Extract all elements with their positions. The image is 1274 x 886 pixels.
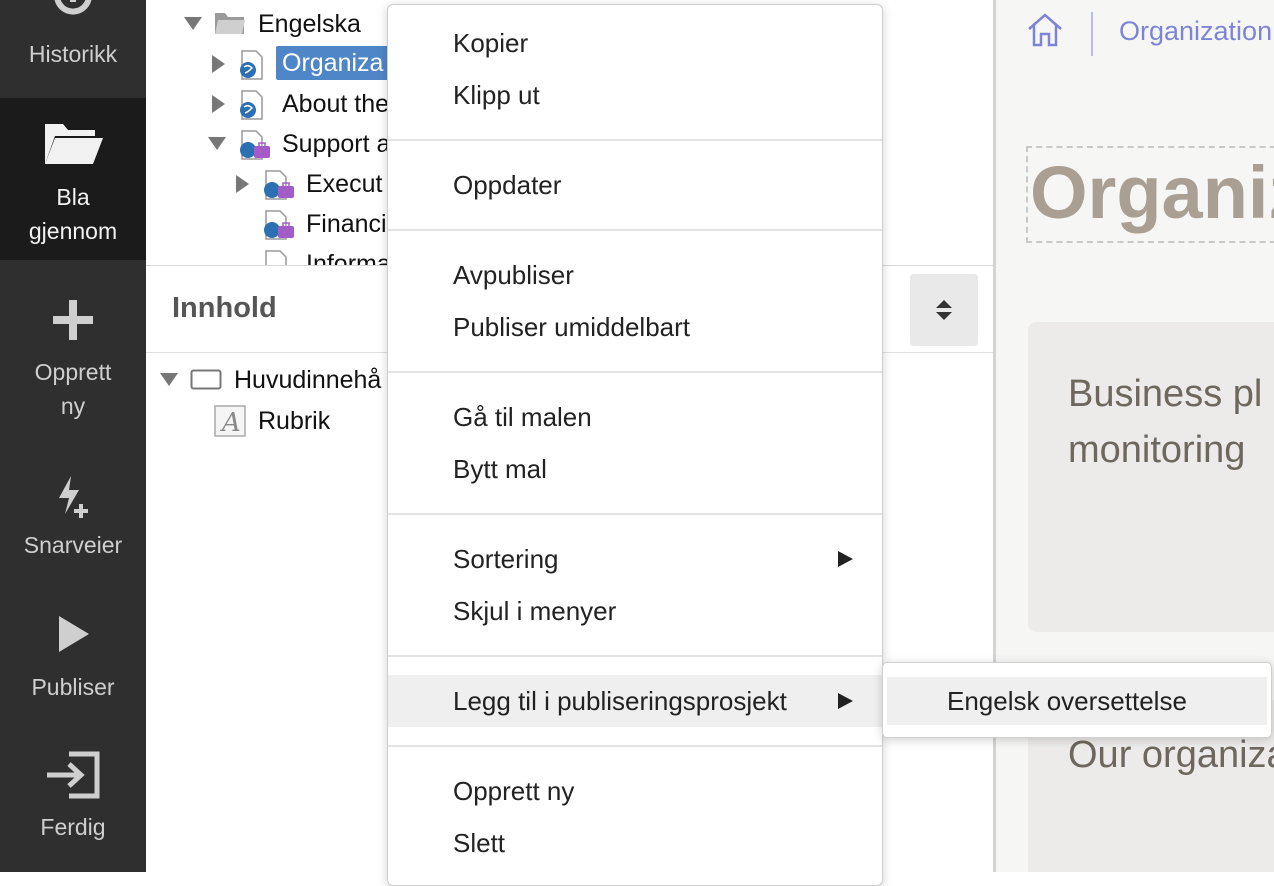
history-icon [54, 0, 92, 15]
sidebar-item-ferdig[interactable]: Ferdig [0, 740, 146, 850]
menu-item-sortering[interactable]: Sortering [388, 539, 882, 579]
play-icon [59, 616, 89, 652]
menu-item-label: Sortering [453, 544, 559, 574]
menu-item-label: Klipp ut [453, 80, 540, 110]
sidebar-item-historikk[interactable]: Historikk [0, 0, 146, 98]
sort-arrows-icon [936, 300, 952, 320]
menu-item-label: Slett [453, 828, 506, 858]
preview-card-text: Business pl monitoring [1068, 366, 1262, 478]
menu-separator [388, 655, 882, 657]
breadcrumb-current[interactable]: Organization [1119, 16, 1272, 47]
content-item-label: Huvudinnehå [234, 366, 382, 394]
exit-icon [47, 751, 100, 799]
menu-item-label: Gå til malen [453, 402, 592, 432]
publishing-project-submenu: Engelsk oversettelse [882, 662, 1272, 738]
expand-arrow-icon[interactable] [212, 55, 225, 73]
tree-item-label: Financi [306, 210, 387, 238]
submenu-arrow-icon [838, 693, 853, 709]
sidebar-item-label: Snarveier [23, 532, 123, 558]
expand-arrow-icon[interactable] [236, 175, 249, 193]
tree-item-label: Organiza [276, 46, 390, 80]
sort-button[interactable] [910, 274, 978, 346]
menu-item-label: Oppdater [453, 170, 562, 200]
menu-item-label: Opprett ny [453, 776, 575, 806]
menu-item-label: Legg til i publiseringsprosjekt [453, 686, 787, 716]
content-title: Innhold [172, 292, 277, 324]
breadcrumb-separator [1091, 12, 1093, 56]
collapse-arrow-icon[interactable] [160, 373, 178, 386]
content-item-label: Rubrik [258, 407, 331, 435]
sidebar-item-label: Historikk [28, 41, 118, 67]
text-field-icon: A [214, 405, 246, 437]
menu-item-ga-til-malen[interactable]: Gå til malen [388, 397, 882, 437]
folder-open-icon [45, 124, 103, 164]
menu-separator [388, 371, 882, 373]
menu-separator [388, 229, 882, 231]
tree-item-label: Support a [282, 130, 391, 158]
menu-item-label: Kopier [453, 28, 529, 58]
page-heading: Organization [1030, 151, 1274, 234]
context-menu: Kopier Klipp ut Oppdater Avpubliser Publ… [387, 4, 883, 886]
plus-icon [53, 300, 93, 340]
sidebar-item-bla-gjennom[interactable]: Bla gjennom [0, 98, 146, 260]
sidebar-item-label: Publiser [31, 674, 115, 700]
menu-item-avpubliser[interactable]: Avpubliser [388, 255, 882, 295]
menu-item-slett[interactable]: Slett [388, 823, 882, 863]
page-globe-briefcase-icon [264, 170, 294, 200]
sidebar-item-publiser[interactable]: Publiser [0, 600, 146, 710]
sidebar-item-opprett-ny[interactable]: Opprett ny [0, 280, 146, 430]
lightning-plus-icon [59, 476, 88, 518]
menu-item-oppdater[interactable]: Oppdater [388, 165, 882, 205]
tree-item-label: Informa [306, 250, 391, 265]
preview-card-text: Our organiza [1068, 734, 1274, 776]
sidebar-item-snarveier[interactable]: Snarveier [0, 460, 146, 570]
menu-item-klipp-ut[interactable]: Klipp ut [388, 75, 882, 115]
menu-separator [388, 513, 882, 515]
menu-separator [388, 139, 882, 141]
collapse-arrow-icon[interactable] [208, 137, 226, 150]
svg-text:A: A [220, 408, 241, 437]
menu-item-publiser-umiddelbart[interactable]: Publiser umiddelbart [388, 307, 882, 347]
sidebar-item-label-line2: ny [60, 393, 86, 419]
collapse-arrow-icon[interactable] [184, 17, 202, 30]
menu-separator [388, 745, 882, 747]
container-icon [190, 369, 222, 390]
menu-item-bytt-mal[interactable]: Bytt mal [388, 449, 882, 489]
page-globe-icon [240, 90, 263, 120]
menu-item-skjul-i-menyer[interactable]: Skjul i menyer [388, 591, 882, 631]
menu-item-label: Avpubliser [453, 260, 574, 290]
preview-pane: Organization Organization Business pl mo… [996, 0, 1274, 872]
folder-icon [215, 13, 245, 34]
sidebar-item-label-line1: Opprett [34, 359, 112, 385]
tree-item-label: Engelska [258, 10, 361, 38]
sidebar-item-label: Ferdig [40, 814, 106, 840]
sidebar-item-label-line2: gjennom [28, 218, 118, 244]
submenu-item-engelsk-oversettelse[interactable]: Engelsk oversettelse [887, 677, 1267, 725]
menu-item-legg-til-publiseringsprosjekt[interactable]: Legg til i publiseringsprosjekt [388, 675, 882, 727]
page-globe-briefcase-icon [265, 250, 287, 265]
preview-card-line: monitoring [1068, 429, 1246, 471]
menu-item-kopier[interactable]: Kopier [388, 23, 882, 63]
tree-item-label: Execut [306, 170, 383, 198]
left-sidebar: Historikk Bla gjennom Opprett ny Snarvei… [0, 0, 146, 872]
menu-item-label: Engelsk oversettelse [947, 686, 1187, 716]
expand-arrow-icon[interactable] [212, 95, 225, 113]
menu-item-label: Publiser umiddelbart [453, 312, 691, 342]
submenu-arrow-icon [838, 551, 853, 567]
page-globe-icon [240, 50, 263, 80]
menu-item-label: Bytt mal [453, 454, 547, 484]
tree-item-label: About the [282, 90, 390, 118]
home-icon[interactable] [1026, 12, 1064, 48]
sidebar-item-label-line1: Bla [56, 184, 90, 210]
page-globe-briefcase-icon [264, 210, 294, 240]
menu-item-label: Skjul i menyer [453, 596, 617, 626]
page-globe-briefcase-icon [240, 130, 270, 160]
preview-card-line: Business pl [1068, 373, 1263, 415]
menu-item-opprett-ny[interactable]: Opprett ny [388, 771, 882, 811]
